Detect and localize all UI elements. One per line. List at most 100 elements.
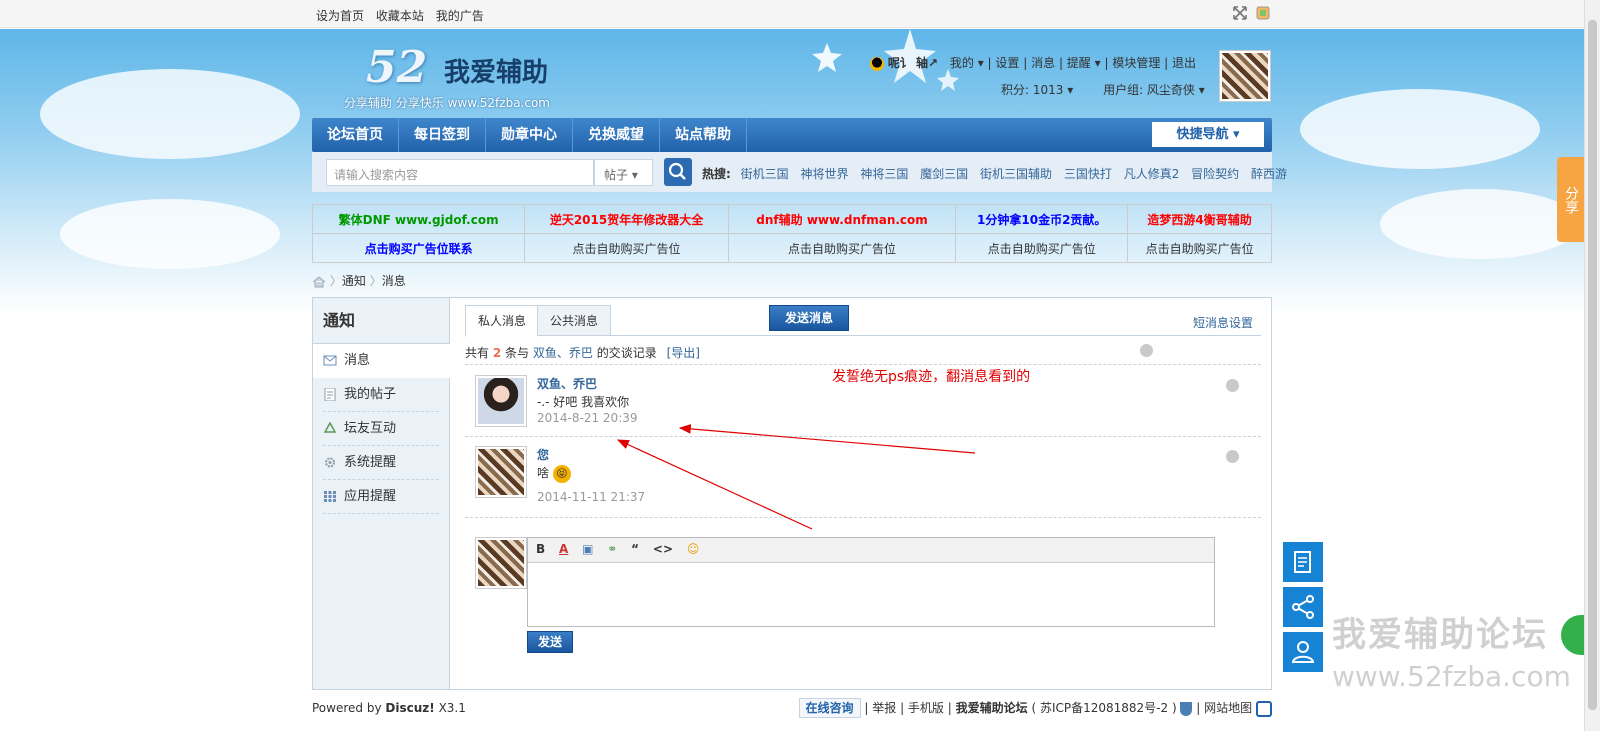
sitemap-link[interactable]: 网站地图 bbox=[1204, 701, 1252, 715]
sidebar-item-system[interactable]: 系统提醒 bbox=[323, 446, 439, 480]
hot-item[interactable]: 街机三国 bbox=[741, 167, 789, 181]
hot-item[interactable]: 魔剑三国 bbox=[920, 167, 968, 181]
menu-logout[interactable]: 退出 bbox=[1172, 56, 1196, 70]
nav-medal-center[interactable]: 勋章中心 bbox=[486, 118, 573, 152]
ad-slot[interactable]: 点击自助购买广告位 bbox=[524, 233, 729, 263]
ad-slot[interactable]: dnf辅助 www.dnfman.com bbox=[727, 204, 957, 234]
footer-site-name[interactable]: 我爱辅助论坛 bbox=[956, 701, 1028, 715]
ad-slot[interactable]: 造梦西游4衡哥辅助 bbox=[1127, 204, 1272, 234]
user-avatar[interactable] bbox=[1219, 50, 1271, 102]
hot-item[interactable]: 三国快打 bbox=[1064, 167, 1112, 181]
sidebar-item-interaction[interactable]: 坛友互动 bbox=[323, 412, 439, 446]
nav-help[interactable]: 站点帮助 bbox=[660, 118, 747, 152]
hot-item[interactable]: 神将三国 bbox=[860, 167, 908, 181]
report-link[interactable]: 举报 bbox=[872, 701, 896, 715]
ad-slot[interactable]: 点击购买广告位联系 bbox=[311, 233, 526, 263]
hot-searches: 热搜: 街机三国 神将世界 神将三国 魔剑三国 街机三国辅助 三国快打 凡人修真… bbox=[702, 165, 1295, 182]
logo-number: 52 bbox=[366, 42, 428, 93]
send-message-button[interactable]: 发送消息 bbox=[769, 305, 849, 331]
sender-avatar[interactable] bbox=[475, 375, 527, 427]
export-link[interactable]: [导出] bbox=[667, 346, 700, 360]
font-color-icon[interactable]: A bbox=[559, 542, 568, 556]
search-type-select[interactable]: 帖子 ▾ bbox=[594, 159, 653, 186]
collapse-icon[interactable] bbox=[1140, 344, 1153, 357]
page-scrollbar[interactable] bbox=[1584, 0, 1600, 731]
tab-private[interactable]: 私人消息 bbox=[465, 305, 540, 337]
search-button[interactable] bbox=[664, 158, 692, 186]
conversation-summary: 共有 2 条与 双鱼、乔巴 的交谈记录 [导出] bbox=[465, 346, 700, 360]
search-bar: 请输入搜索内容 帖子 ▾ 热搜: 街机三国 神将世界 神将三国 魔剑三国 街机三… bbox=[312, 152, 1287, 192]
footer-brand[interactable]: Discuz! bbox=[385, 701, 434, 715]
sender-name[interactable]: 您 bbox=[537, 446, 549, 463]
message-menu-icon[interactable] bbox=[1226, 450, 1239, 463]
nav-exchange[interactable]: 兑换威望 bbox=[573, 118, 660, 152]
hot-item[interactable]: 神将世界 bbox=[800, 167, 848, 181]
menu-notify[interactable]: 提醒 bbox=[1067, 56, 1091, 70]
ad-slot[interactable]: 逆天2015贺年年修改器大全 bbox=[524, 204, 729, 234]
bookmark-link[interactable]: 收藏本站 bbox=[376, 9, 424, 23]
sender-name[interactable]: 双鱼、乔巴 bbox=[537, 375, 597, 392]
breadcrumb-messages[interactable]: 消息 bbox=[382, 274, 406, 288]
code-icon[interactable]: <> bbox=[653, 542, 673, 556]
share-button[interactable] bbox=[1283, 587, 1323, 627]
feedback-button[interactable] bbox=[1283, 542, 1323, 582]
message-menu-icon[interactable] bbox=[1226, 379, 1239, 392]
hot-item[interactable]: 醉西游 bbox=[1251, 167, 1287, 181]
icp-number[interactable]: ( 苏ICP备12081882号-2 ) bbox=[1031, 701, 1176, 715]
reply-editor[interactable]: B A ▣ ⚭ “ <> ☺ bbox=[527, 537, 1215, 627]
self-avatar[interactable] bbox=[475, 446, 527, 498]
image-icon[interactable]: ▣ bbox=[582, 542, 593, 556]
mobile-link[interactable]: 手机版 bbox=[908, 701, 944, 715]
menu-my[interactable]: 我的 bbox=[950, 56, 974, 70]
ad-slot[interactable]: 点击自助购买广告位 bbox=[1127, 233, 1272, 263]
nav-forum-home[interactable]: 论坛首页 bbox=[312, 118, 399, 152]
user-center-button[interactable] bbox=[1283, 632, 1323, 672]
ad-slot[interactable]: 点击自助购买广告位 bbox=[727, 233, 957, 263]
smiley-icon[interactable]: ☺ bbox=[687, 542, 700, 556]
menu-settings[interactable]: 设置 bbox=[995, 56, 1019, 70]
message-settings-link[interactable]: 短消息设置 bbox=[1193, 314, 1253, 331]
set-homepage-link[interactable]: 设为首页 bbox=[316, 9, 364, 23]
hot-item[interactable]: 冒险契约 bbox=[1191, 167, 1239, 181]
user-icon bbox=[1291, 641, 1315, 663]
nav-daily-signin[interactable]: 每日签到 bbox=[399, 118, 486, 152]
hot-item[interactable]: 凡人修真2 bbox=[1124, 167, 1180, 181]
points[interactable]: 积分: 1013 bbox=[1001, 83, 1063, 97]
my-ads-link[interactable]: 我的广告 bbox=[436, 9, 484, 23]
color-theme-icon[interactable] bbox=[1256, 6, 1270, 20]
fullscreen-icon[interactable] bbox=[1233, 6, 1247, 20]
breadcrumb-notify[interactable]: 通知 bbox=[342, 274, 366, 288]
quick-nav-button[interactable]: 快捷导航 ▾ bbox=[1152, 122, 1264, 147]
tab-public[interactable]: 公共消息 bbox=[537, 305, 612, 336]
share-tab[interactable]: 分享 bbox=[1557, 157, 1584, 242]
site-logo[interactable]: 52 我爱辅助 分享辅助 分享快乐 www.52fzba.com bbox=[344, 42, 550, 110]
home-icon[interactable] bbox=[312, 275, 326, 288]
footer: Powered by Discuz! X3.1 在线咨询 | 举报 | 手机版 … bbox=[312, 696, 1272, 720]
ad-slot[interactable]: 繁体DNF www.gjdof.com bbox=[311, 204, 526, 234]
submit-reply-button[interactable]: 发送 bbox=[527, 631, 573, 653]
logo-slogan: 分享辅助 分享快乐 www.52fzba.com bbox=[344, 96, 550, 110]
user-group[interactable]: 用户组: 风尘奇侠 bbox=[1103, 83, 1195, 97]
logo-name: 我爱辅助 bbox=[444, 58, 549, 88]
hot-label: 热搜: bbox=[702, 167, 731, 181]
sidebar-item-messages[interactable]: 消息 bbox=[313, 344, 450, 378]
quote-icon[interactable]: “ bbox=[631, 542, 639, 556]
user-menu: 呢讠 轴↗ 我的 ▾ | 设置 | 消息 | 提醒 ▾ | 模块管理 | 退出 bbox=[870, 54, 1196, 71]
online-consult-button[interactable]: 在线咨询 bbox=[798, 698, 861, 718]
sidebar-item-my-posts[interactable]: 我的帖子 bbox=[323, 378, 439, 412]
conversation-users[interactable]: 双鱼、乔巴 bbox=[533, 346, 593, 360]
sidebar-item-apps[interactable]: 应用提醒 bbox=[323, 480, 439, 514]
document-icon bbox=[324, 388, 336, 401]
bold-icon[interactable]: B bbox=[536, 542, 545, 556]
username[interactable]: 呢讠 轴↗ bbox=[888, 56, 938, 70]
ad-slot[interactable]: 点击自助购买广告位 bbox=[955, 233, 1129, 263]
menu-messages[interactable]: 消息 bbox=[1031, 56, 1055, 70]
ad-slot[interactable]: 1分钟拿10金币2贡献。 bbox=[955, 204, 1129, 234]
gear-icon bbox=[325, 457, 335, 468]
hot-item[interactable]: 街机三国辅助 bbox=[980, 167, 1052, 181]
emoji-icon: 😝 bbox=[552, 464, 571, 483]
link-icon[interactable]: ⚭ bbox=[607, 542, 617, 556]
search-input[interactable]: 请输入搜索内容 bbox=[326, 159, 594, 186]
menu-module-admin[interactable]: 模块管理 bbox=[1112, 56, 1160, 70]
message-time: 2014-11-11 21:37 bbox=[537, 490, 646, 504]
